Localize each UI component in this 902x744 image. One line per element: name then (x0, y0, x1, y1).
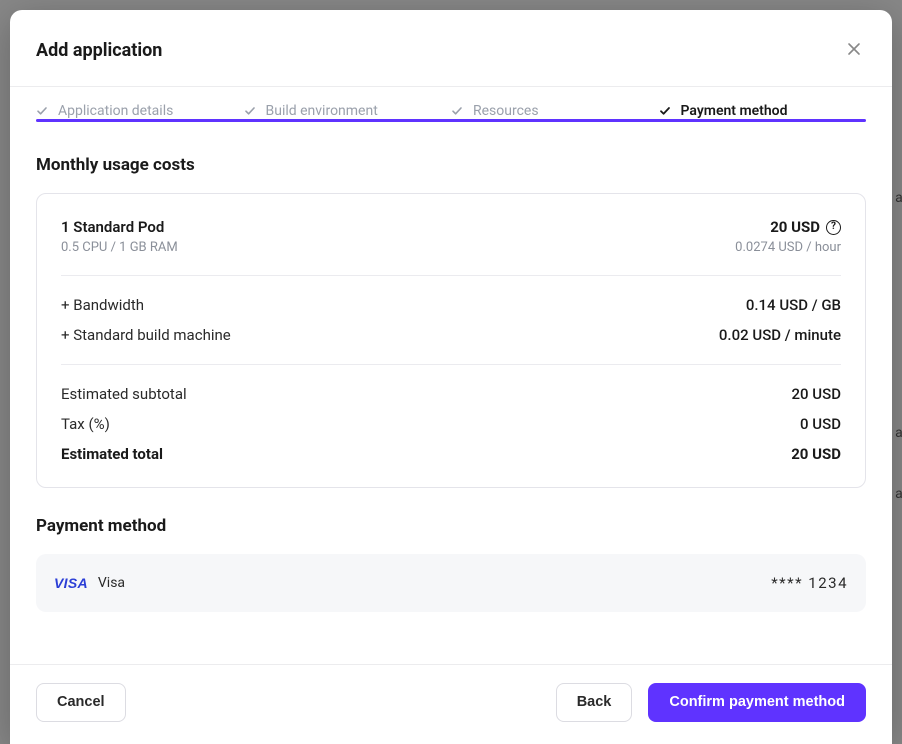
back-button[interactable]: Back (556, 683, 633, 722)
summary-price: 20 USD (791, 445, 841, 463)
check-icon (244, 105, 256, 117)
summary-row-total: Estimated total 20 USD (61, 445, 841, 463)
pod-price-value: 20 USD (770, 218, 820, 236)
pod-title: 1 Standard Pod (61, 218, 178, 236)
add-application-modal: Add application Application details Buil… (10, 10, 892, 744)
check-icon (659, 105, 671, 117)
footer-actions: Back Confirm payment method (556, 683, 866, 722)
close-button[interactable] (842, 38, 866, 62)
payment-brand-name: Visa (98, 575, 125, 591)
background-text: as (895, 486, 902, 502)
step-label: Build environment (266, 103, 378, 119)
addon-row: + Bandwidth 0.14 USD / GB (61, 296, 841, 314)
pod-pricing: 20 USD ? 0.0274 USD / hour (735, 218, 841, 255)
step-payment-method[interactable]: Payment method (659, 103, 867, 119)
summary-row: Estimated subtotal 20 USD (61, 385, 841, 403)
step-label: Resources (473, 103, 539, 119)
summary-price: 0 USD (800, 415, 841, 433)
pod-row: 1 Standard Pod 0.5 CPU / 1 GB RAM 20 USD… (61, 218, 841, 255)
step-build-environment[interactable]: Build environment (244, 103, 452, 119)
close-icon (847, 41, 861, 59)
background-text: as (895, 190, 902, 206)
payment-brand: VISA Visa (54, 575, 125, 591)
addon-row: + Standard build machine 0.02 USD / minu… (61, 326, 841, 344)
pod-spec: 0.5 CPU / 1 GB RAM (61, 240, 178, 255)
check-icon (36, 105, 48, 117)
summary-label: Tax (%) (61, 415, 110, 433)
summary-price: 20 USD (792, 385, 841, 403)
section-title-costs: Monthly usage costs (36, 155, 866, 175)
divider (61, 364, 841, 365)
modal-header: Add application (10, 10, 892, 87)
addon-label: + Bandwidth (61, 296, 144, 314)
step-resources[interactable]: Resources (451, 103, 659, 119)
modal-footer: Cancel Back Confirm payment method (10, 664, 892, 744)
modal-content: Monthly usage costs 1 Standard Pod 0.5 C… (10, 119, 892, 664)
section-title-payment: Payment method (36, 516, 866, 536)
step-application-details[interactable]: Application details (36, 103, 244, 119)
step-label: Application details (58, 103, 173, 119)
pod-rate: 0.0274 USD / hour (735, 240, 841, 255)
summary-row: Tax (%) 0 USD (61, 415, 841, 433)
addon-label: + Standard build machine (61, 326, 231, 344)
cancel-button[interactable]: Cancel (36, 683, 126, 722)
modal-title: Add application (36, 40, 162, 61)
pod-info: 1 Standard Pod 0.5 CPU / 1 GB RAM (61, 218, 178, 255)
check-icon (451, 105, 463, 117)
summary-label: Estimated subtotal (61, 385, 187, 403)
payment-method-card[interactable]: VISA Visa **** 1234 (36, 554, 866, 612)
step-label: Payment method (681, 103, 788, 119)
pod-price: 20 USD ? (735, 218, 841, 236)
stepper: Application details Build environment Re… (10, 87, 892, 119)
background-text: as (895, 425, 902, 441)
card-last-digits: **** 1234 (771, 574, 848, 592)
cost-card: 1 Standard Pod 0.5 CPU / 1 GB RAM 20 USD… (36, 193, 866, 488)
visa-logo-icon: VISA (54, 575, 88, 591)
help-icon[interactable]: ? (826, 220, 841, 235)
addon-price: 0.14 USD / GB (746, 296, 841, 314)
stepper-progress-bar (36, 119, 866, 122)
addon-price: 0.02 USD / minute (719, 326, 841, 344)
confirm-payment-button[interactable]: Confirm payment method (648, 683, 866, 722)
summary-label: Estimated total (61, 445, 163, 463)
divider (61, 275, 841, 276)
